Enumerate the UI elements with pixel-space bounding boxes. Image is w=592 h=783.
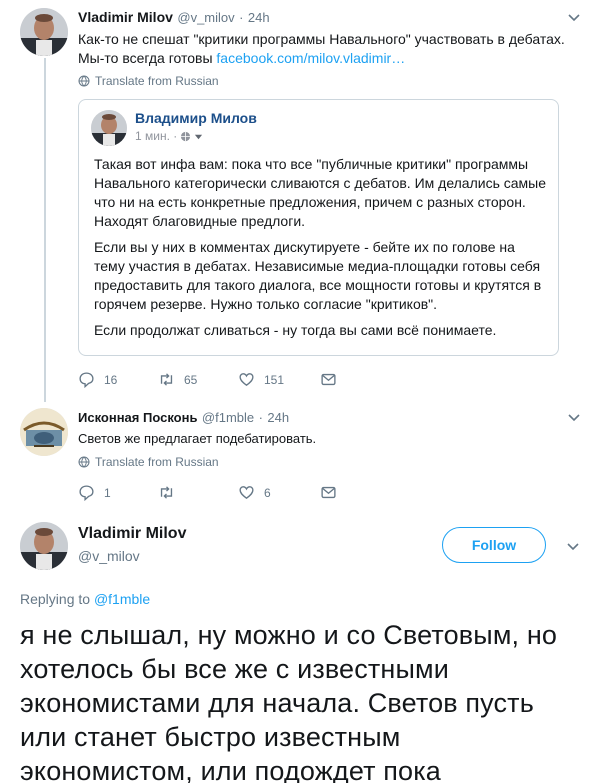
globe-icon [181,131,191,141]
quoted-paragraph-3: Если продолжат сливаться - ну тогда вы с… [94,322,497,338]
chevron-down-icon[interactable] [565,539,581,555]
like-button[interactable]: 6 [238,484,320,501]
tweet-actions: 1 6 [78,484,337,501]
reply-count: 1 [104,485,111,500]
envelope-icon [321,373,336,386]
avatar[interactable] [20,408,68,456]
heart-icon [239,373,254,386]
chevron-down-icon[interactable] [566,410,582,426]
globe-icon [78,75,90,87]
retweet-icon [160,486,173,499]
quoted-avatar [91,110,127,146]
quoted-paragraph-1: Такая вот инфа вам: пока что все "публич… [94,156,547,229]
like-count: 6 [264,485,271,500]
direct-message-button[interactable] [320,371,337,388]
tweet-text: Как-то не спешат "критики программы Нава… [78,30,578,68]
author-handle[interactable]: @v_milov [177,10,234,25]
author-handle[interactable]: @v_milov [78,548,140,564]
tweet-text-prefix: Мы-то всегда готовы [78,50,217,66]
retweet-count: 65 [184,372,198,387]
direct-message-button[interactable] [320,484,337,501]
avatar[interactable] [20,522,68,570]
envelope-icon [321,486,336,499]
reply-button[interactable]: 1 [78,484,158,501]
tweet-text-line: Мы-то всегда готовы facebook.com/milov.v… [78,49,578,68]
like-count: 151 [264,372,285,387]
quoted-post[interactable]: Владимир Милов 1 мин. · Такая вот инфа в… [78,99,559,356]
translate-link[interactable]: Translate from Russian [78,74,219,88]
chevron-down-icon[interactable] [566,10,582,26]
tweet-link[interactable]: facebook.com/milov.vladimir… [216,50,405,66]
separator: · [239,10,244,25]
timestamp[interactable]: 24h [248,10,270,25]
replying-prefix: Replying to [20,591,94,607]
replying-to: Replying to @f1mble [20,591,150,607]
retweet-button[interactable] [158,484,238,501]
like-button[interactable]: 151 [238,371,320,388]
quoted-meta: 1 мин. · [135,129,203,143]
replying-to-handle[interactable]: @f1mble [94,591,150,607]
heart-icon [239,486,254,499]
main-tweet-text: я не слышал, ну можно и со Световым, но … [20,620,558,783]
reply-count: 16 [104,372,118,387]
reply-icon [79,372,94,388]
author-name[interactable]: Vladimir Milov [78,525,186,543]
tweet-text-line: Как-то не спешат "критики программы Нава… [78,31,565,47]
translate-label: Translate from Russian [95,74,219,88]
dropdown-arrow-icon [195,134,203,139]
tweet-actions: 16 65 151 [78,371,337,388]
tweet-header: Исконная Посконь @f1mble · 24h [78,409,289,427]
thread-line [44,58,46,402]
timestamp[interactable]: 24h [267,410,289,425]
author-handle[interactable]: @f1mble [202,410,254,425]
tweet-header: Vladimir Milov @v_milov · 24h [78,9,270,27]
author-name[interactable]: Исконная Посконь [78,410,197,425]
avatar[interactable] [20,8,68,56]
author-name[interactable]: Vladimir Milov [78,9,173,25]
separator: · [258,410,263,425]
quoted-author-name: Владимир Милов [135,110,257,126]
translate-label: Translate from Russian [95,455,219,469]
translate-link[interactable]: Translate from Russian [78,455,219,469]
follow-button[interactable]: Follow [442,527,546,563]
reply-icon [79,485,94,501]
tweet-text: Светов же предлагает подебатировать. [78,431,317,446]
retweet-icon [160,373,173,386]
globe-icon [78,456,90,468]
quoted-timestamp: 1 мин. · [135,129,178,143]
retweet-button[interactable]: 65 [158,371,238,388]
quoted-paragraph-2: Если вы у них в комментах дискутируете -… [94,239,542,312]
reply-button[interactable]: 16 [78,371,158,388]
